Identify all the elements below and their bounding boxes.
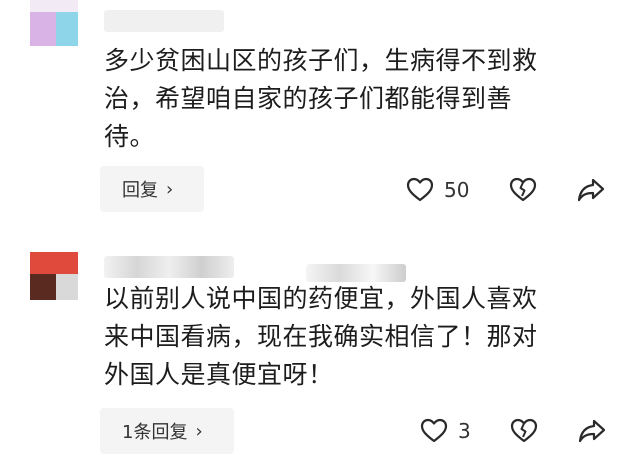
like-count: 50 xyxy=(444,178,470,202)
reply-button[interactable]: 回复 › xyxy=(100,166,204,212)
broken-heart-icon xyxy=(510,418,538,443)
comment-text: 以前别人说中国的药便宜，外国人喜欢 来中国看病，现在我确实相信了！那对 外国人是… xyxy=(104,284,538,389)
broken-heart-icon xyxy=(509,177,537,202)
view-replies-button[interactable]: 1条回复 › xyxy=(100,408,234,454)
like-button[interactable]: 50 xyxy=(406,177,469,203)
share-arrow-icon xyxy=(578,419,606,443)
like-button[interactable]: 3 xyxy=(420,418,471,444)
share-button[interactable] xyxy=(577,418,607,448)
share-arrow-icon xyxy=(577,178,605,202)
comment-item: 多少贫困山区的孩子们，生病得不到救 治，希望咱自家的孩子们都能得到善 待。 回复… xyxy=(0,0,640,224)
like-count: 3 xyxy=(458,419,471,443)
comment-text: 多少贫困山区的孩子们，生病得不到救 治，希望咱自家的孩子们都能得到善 待。 xyxy=(104,46,538,151)
avatar[interactable] xyxy=(30,0,78,46)
share-button[interactable] xyxy=(576,177,606,207)
reply-label: 1条回复 xyxy=(122,422,188,443)
chevron-right-icon: › xyxy=(195,420,203,442)
username-blurred[interactable] xyxy=(104,10,224,32)
dislike-button[interactable] xyxy=(509,177,537,207)
username-blurred[interactable] xyxy=(104,256,234,278)
dislike-button[interactable] xyxy=(510,418,538,448)
heart-icon xyxy=(406,177,434,202)
heart-icon xyxy=(420,418,448,443)
comment-item: 以前别人说中国的药便宜，外国人喜欢 来中国看病，现在我确实相信了！那对 外国人是… xyxy=(0,238,640,455)
avatar[interactable] xyxy=(30,252,78,300)
reply-label: 回复 xyxy=(122,180,158,201)
chevron-right-icon: › xyxy=(166,178,174,200)
